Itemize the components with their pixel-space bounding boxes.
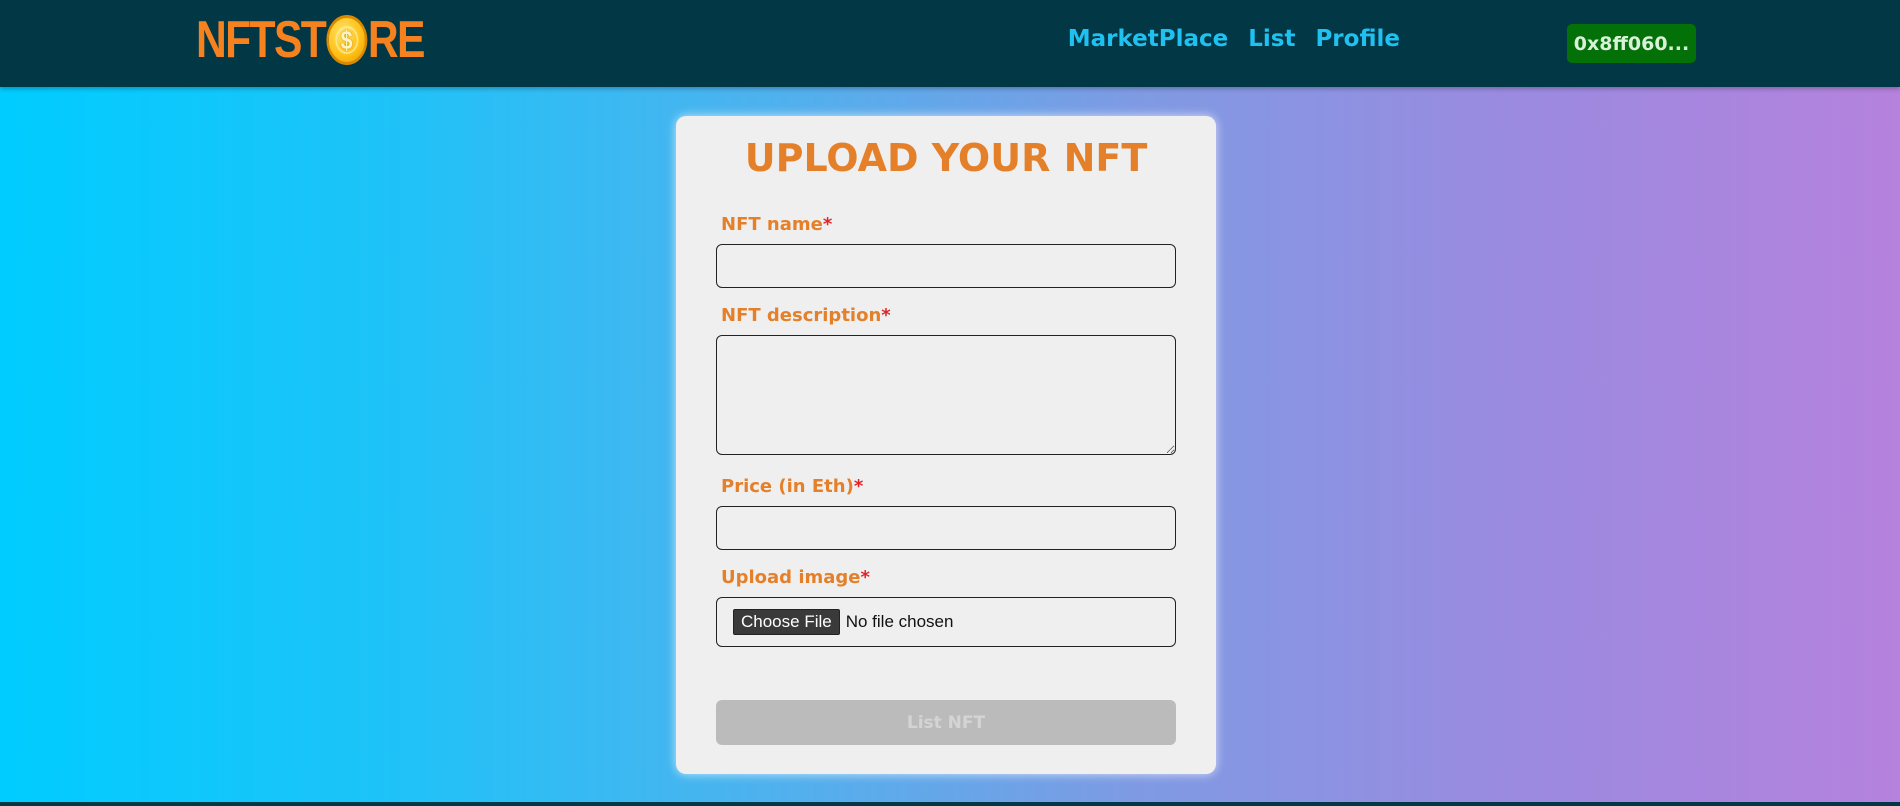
nav-link-marketplace[interactable]: MarketPlace <box>1068 26 1229 52</box>
logo-wordmark: NFTST RE <box>196 11 426 69</box>
upload-image-label: Upload image* <box>721 567 870 588</box>
required-marker: * <box>881 305 891 326</box>
list-nft-button[interactable]: List NFT <box>716 700 1176 745</box>
choose-file-button[interactable]: Choose File <box>733 609 840 635</box>
required-marker: * <box>822 214 833 235</box>
footer-edge <box>0 802 1900 806</box>
price-label-text: Price (in Eth) <box>721 476 854 497</box>
form-title: UPLOAD YOUR NFT <box>744 136 1148 180</box>
nft-name-input[interactable] <box>716 244 1176 288</box>
nft-description-wrapper <box>716 335 1176 455</box>
nft-description-label-text: NFT description <box>721 305 882 326</box>
nft-name-label-text: NFT name <box>721 214 823 235</box>
file-status-text: No file chosen <box>845 612 954 631</box>
dollar-coin-icon <box>325 15 367 65</box>
upload-nft-form: UPLOAD YOUR NFT NFT name* NFT descriptio… <box>676 116 1216 774</box>
nav-link-list[interactable]: List <box>1248 26 1295 52</box>
nft-description-label: NFT description* <box>721 305 891 326</box>
required-marker: * <box>860 567 870 588</box>
nftstore-logo[interactable]: NFTST RE <box>196 11 474 69</box>
nav-link-profile[interactable]: Profile <box>1315 26 1400 52</box>
image-file-input[interactable]: Choose File No file chosen <box>716 597 1176 647</box>
logo-text-left: NFTST <box>196 11 327 69</box>
top-navbar: NFTST RE MarketPlace List Profile 0x8ff0… <box>0 0 1900 87</box>
price-label: Price (in Eth)* <box>721 476 863 497</box>
logo-text-right: RE <box>367 11 426 69</box>
required-marker: * <box>853 476 864 497</box>
wallet-address-button[interactable]: 0x8ff060... <box>1567 24 1696 63</box>
upload-image-label-text: Upload image <box>721 567 861 588</box>
price-input[interactable] <box>716 506 1176 550</box>
nav-links: MarketPlace List Profile <box>1068 26 1400 52</box>
nft-description-textarea[interactable] <box>716 335 1176 455</box>
nft-name-label: NFT name* <box>721 214 832 235</box>
